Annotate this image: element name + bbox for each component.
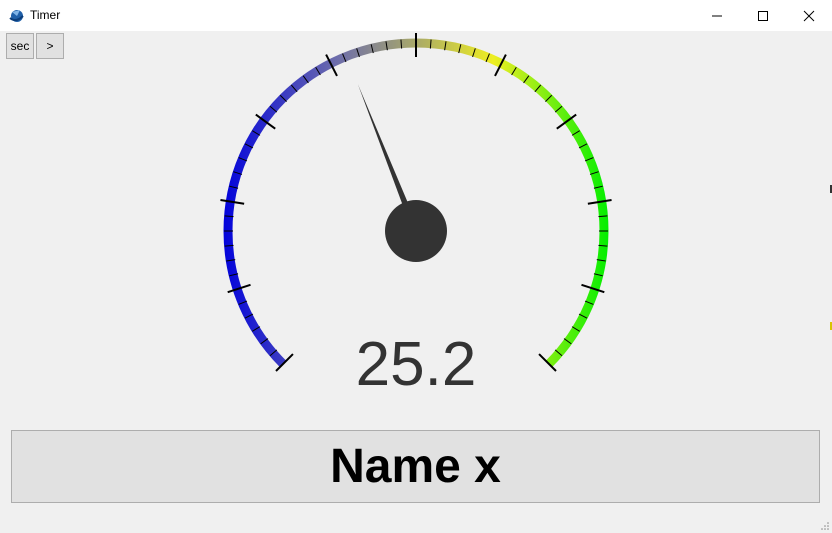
app-icon <box>9 10 24 22</box>
gauge-minor-tick <box>429 39 432 49</box>
gauge-minor-tick <box>598 215 608 218</box>
gauge-minor-tick <box>224 215 234 218</box>
gauge-minor-tick <box>224 244 234 247</box>
minimize-icon <box>712 15 722 16</box>
timer-value: 25.2 <box>355 330 477 399</box>
maximize-button[interactable] <box>740 0 786 31</box>
minimize-button[interactable] <box>694 0 740 31</box>
name-label: Name x <box>330 440 501 493</box>
title-bar: Timer <box>0 0 832 31</box>
maximize-icon <box>758 10 768 21</box>
close-button[interactable] <box>786 0 832 31</box>
resize-grip-icon[interactable] <box>820 521 830 531</box>
window-title: Timer <box>30 8 61 22</box>
gauge-minor-tick <box>400 39 403 49</box>
name-panel[interactable]: Name x <box>11 430 820 503</box>
close-icon <box>803 10 815 21</box>
gauge-hub <box>385 200 447 262</box>
gauge-minor-tick <box>598 244 608 247</box>
